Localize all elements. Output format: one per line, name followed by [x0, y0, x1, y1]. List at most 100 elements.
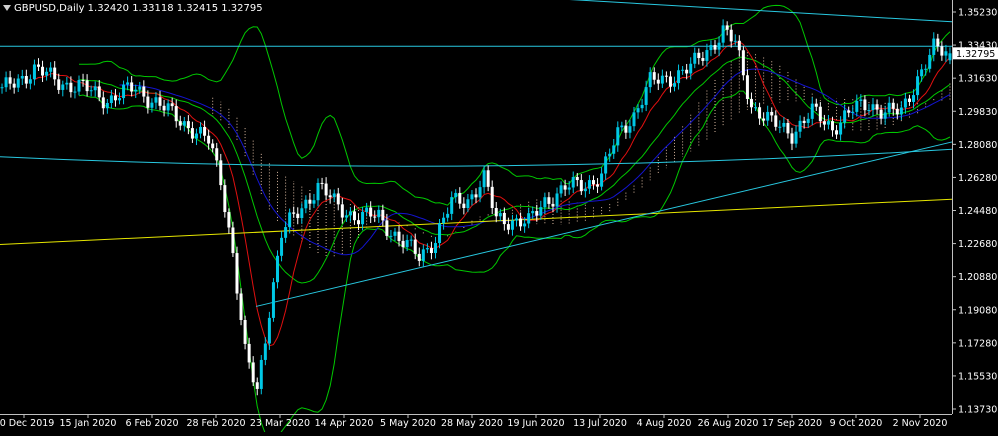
candle-body[interactable]	[531, 211, 535, 214]
candle-body[interactable]	[636, 108, 640, 113]
candle-body[interactable]	[57, 79, 61, 90]
candle-body[interactable]	[146, 96, 150, 108]
candle-body[interactable]	[770, 111, 774, 116]
candle-body[interactable]	[259, 359, 263, 389]
candle-body[interactable]	[284, 227, 288, 238]
candle-body[interactable]	[348, 211, 352, 216]
candle-body[interactable]	[555, 193, 559, 207]
candle-body[interactable]	[681, 69, 685, 71]
candle-body[interactable]	[178, 121, 182, 126]
candle-body[interactable]	[563, 185, 567, 190]
candle-body[interactable]	[745, 75, 749, 99]
candle-body[interactable]	[794, 131, 798, 144]
candle-body[interactable]	[916, 76, 920, 96]
candle-body[interactable]	[73, 91, 77, 93]
candle-body[interactable]	[948, 53, 952, 61]
candle-body[interactable]	[296, 213, 300, 219]
candle-body[interactable]	[462, 203, 466, 208]
candle-body[interactable]	[741, 50, 745, 76]
candle-body[interactable]	[247, 343, 251, 363]
price-chart[interactable]: 1.35230 1.33430 1.31630 1.29830 1.28080 1.262…	[0, 0, 998, 436]
candle-body[interactable]	[571, 177, 575, 188]
candle-body[interactable]	[438, 223, 442, 244]
candle-body[interactable]	[417, 253, 421, 261]
candle-body[interactable]	[8, 77, 12, 84]
candle-body[interactable]	[365, 207, 369, 212]
candle-body[interactable]	[332, 193, 336, 198]
candle-body[interactable]	[786, 122, 790, 134]
candle-body[interactable]	[713, 45, 717, 50]
candle-body[interactable]	[118, 98, 122, 101]
symbol-dropdown-icon[interactable]	[3, 5, 11, 11]
candle-body[interactable]	[782, 122, 786, 127]
candle-body[interactable]	[583, 188, 587, 192]
candle-body[interactable]	[203, 126, 207, 136]
candle-body[interactable]	[316, 182, 320, 201]
candle-body[interactable]	[640, 104, 644, 109]
candle-body[interactable]	[875, 104, 879, 110]
candle-body[interactable]	[61, 84, 65, 90]
candle-body[interactable]	[879, 109, 883, 119]
candle-body[interactable]	[887, 102, 891, 113]
candle-body[interactable]	[478, 187, 482, 198]
candle-body[interactable]	[263, 343, 267, 360]
candle-body[interactable]	[697, 52, 701, 59]
candle-body[interactable]	[721, 25, 725, 43]
candle-body[interactable]	[45, 71, 49, 76]
candle-body[interactable]	[328, 195, 332, 198]
candle-body[interactable]	[705, 50, 709, 61]
candle-body[interactable]	[41, 66, 45, 76]
candle-body[interactable]	[814, 103, 818, 107]
candle-body[interactable]	[912, 95, 916, 102]
candle-body[interactable]	[255, 382, 259, 389]
candle-body[interactable]	[24, 75, 28, 84]
candle-body[interactable]	[822, 121, 826, 125]
candle-body[interactable]	[239, 293, 243, 320]
candle-body[interactable]	[673, 83, 677, 87]
candle-body[interactable]	[81, 79, 85, 81]
candle-body[interactable]	[628, 126, 632, 133]
candle-body[interactable]	[494, 208, 498, 217]
candle-body[interactable]	[28, 79, 32, 84]
candle-body[interactable]	[20, 75, 24, 79]
candle-body[interactable]	[515, 218, 519, 221]
candle-body[interactable]	[369, 207, 373, 217]
candle-body[interactable]	[324, 183, 328, 196]
candle-body[interactable]	[280, 237, 284, 256]
candle-body[interactable]	[806, 118, 810, 123]
candle-body[interactable]	[863, 99, 867, 111]
candle-body[interactable]	[344, 215, 348, 218]
candle-body[interactable]	[174, 106, 178, 122]
candle-body[interactable]	[113, 95, 117, 101]
candle-body[interactable]	[798, 120, 802, 132]
candle-body[interactable]	[701, 58, 705, 61]
candle-body[interactable]	[818, 106, 822, 122]
candle-body[interactable]	[519, 218, 523, 227]
candle-body[interactable]	[847, 110, 851, 113]
candle-body[interactable]	[223, 185, 227, 213]
candle-body[interactable]	[559, 185, 563, 194]
candle-body[interactable]	[186, 121, 190, 129]
candle-body[interactable]	[166, 103, 170, 111]
candle-body[interactable]	[826, 121, 830, 125]
candle-body[interactable]	[604, 156, 608, 174]
candle-body[interactable]	[377, 209, 381, 218]
candle-body[interactable]	[928, 54, 932, 69]
candle-body[interactable]	[749, 98, 753, 108]
candle-body[interactable]	[109, 95, 113, 104]
candle-body[interactable]	[830, 121, 834, 131]
candle-body[interactable]	[754, 107, 758, 109]
candle-body[interactable]	[656, 79, 660, 84]
yellow-horizontal-line[interactable]	[0, 198, 953, 246]
candle-body[interactable]	[579, 180, 583, 192]
candle-body[interactable]	[907, 98, 911, 102]
candle-body[interactable]	[413, 239, 417, 254]
curved-channel-line[interactable]	[0, 148, 953, 167]
candle-body[interactable]	[895, 108, 899, 115]
candle-body[interactable]	[810, 103, 814, 119]
candle-body[interactable]	[668, 76, 672, 87]
candle-body[interactable]	[53, 67, 57, 80]
candle-body[interactable]	[551, 203, 555, 207]
candle-body[interactable]	[482, 170, 486, 188]
candle-body[interactable]	[219, 160, 223, 186]
